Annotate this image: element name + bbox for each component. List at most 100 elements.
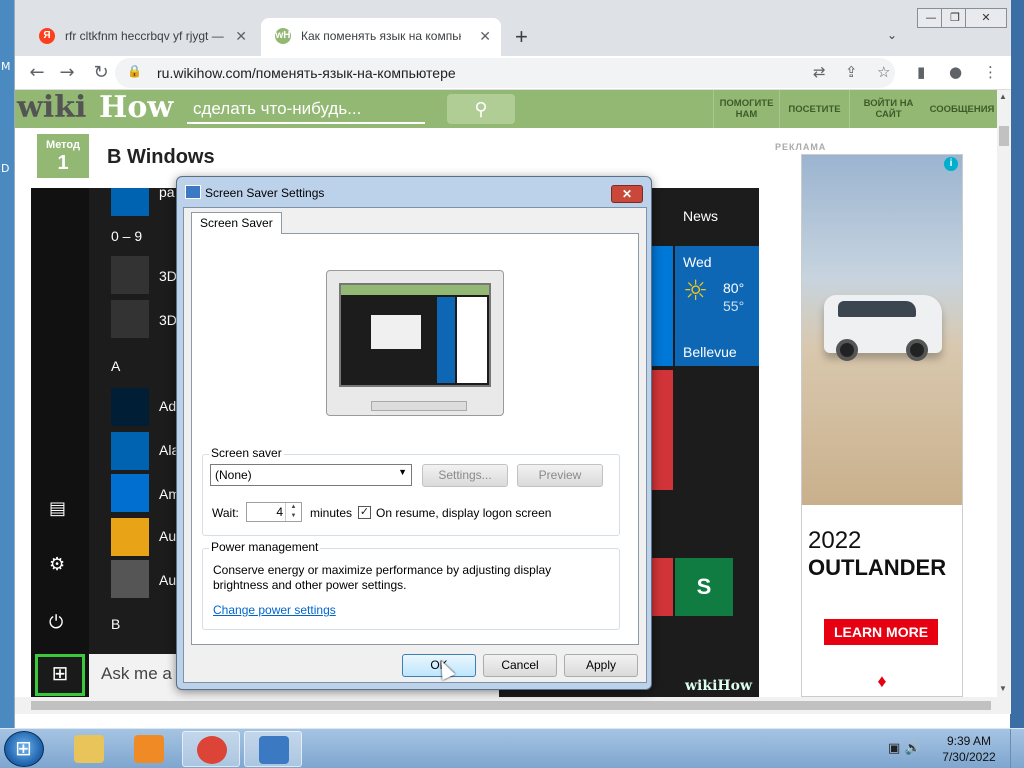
scroll-down-icon[interactable]: ▼ [999, 684, 1007, 693]
tab-close-icon[interactable]: ✕ [479, 18, 491, 54]
monitor-icon [185, 185, 201, 199]
clock-time: 9:39 AM [946, 734, 992, 748]
wait-spinner[interactable]: 4 ▲ ▼ [246, 502, 302, 522]
watermark: wikiHow [685, 678, 753, 694]
new-tab-button[interactable]: + [515, 24, 528, 50]
wheel-icon [836, 339, 858, 361]
tab-yandex[interactable]: Я rfr cltkfnm heccrbqv yf rjygt — Я ✕ [25, 18, 257, 56]
tab-close-icon[interactable]: ✕ [235, 18, 247, 54]
tab-screen-saver[interactable]: Screen Saver [191, 212, 282, 234]
resume-checkbox[interactable]: ✓ [358, 506, 371, 519]
screen-saver-icon [259, 736, 289, 764]
close-button[interactable]: ✕ [965, 8, 1007, 28]
nav-messages[interactable]: СООБЩЕНИЯ [927, 90, 997, 128]
ad-info-icon[interactable]: i [944, 157, 958, 171]
search-input[interactable]: сделать что-нибудь... [187, 96, 425, 124]
screen-saver-dialog: Screen Saver Settings ✕ Screen Saver Scr… [176, 176, 652, 690]
taskbar-media-player[interactable] [120, 731, 178, 767]
lock-icon: 🔒 [127, 64, 142, 78]
clock[interactable]: 9:39 AM 7/30/2022 [934, 733, 1004, 765]
tab-strip: Я rfr cltkfnm heccrbqv yf rjygt — Я ✕ wH… [15, 0, 1011, 56]
group-title: Screen saver [209, 446, 284, 460]
cancel-button[interactable]: Cancel [483, 654, 557, 677]
media-player-icon [134, 735, 164, 763]
dialog-close-button[interactable]: ✕ [611, 185, 643, 203]
tab-title: Как поменять язык на компьют [301, 29, 461, 43]
power-description: Conserve energy or maximize performance … [213, 563, 552, 592]
taskbar-explorer[interactable] [60, 731, 118, 767]
preview-tile [437, 297, 455, 383]
taskbar-chrome[interactable] [182, 731, 240, 767]
translate-icon[interactable]: ⇄ [813, 63, 826, 81]
nav-visit[interactable]: ПОСЕТИТЕ [779, 90, 849, 128]
list-header: 0 – 9 [111, 228, 143, 244]
method-number: 1 [57, 152, 69, 174]
advertisement[interactable]: i 2022 OUTLANDER LEARN MORE ♦ [801, 154, 963, 697]
change-power-link[interactable]: Change power settings [213, 603, 336, 617]
method-label: Метод [46, 139, 80, 151]
app-tile [111, 188, 149, 216]
side-panel-icon[interactable]: ▮ [917, 63, 925, 81]
scroll-thumb[interactable] [31, 701, 991, 710]
wikihow-logo[interactable]: wiki [17, 90, 86, 125]
show-desktop-button[interactable] [1010, 729, 1024, 768]
settings-gear-icon: ⚙ [49, 554, 66, 575]
scroll-up-icon[interactable]: ▲ [999, 92, 1007, 101]
tile-strip [651, 370, 673, 490]
profile-icon[interactable]: ● [949, 63, 962, 81]
screensaver-select[interactable]: (None) ▼ [210, 464, 412, 486]
menu-icon[interactable]: ⋮ [983, 63, 998, 81]
tray-icons[interactable]: ▣ 🔊 [888, 741, 921, 756]
desktop-label: M [1, 60, 11, 73]
horizontal-scrollbar[interactable] [15, 697, 1011, 714]
spinner-arrows-icon[interactable]: ▲ ▼ [285, 503, 301, 521]
apply-button[interactable]: Apply [564, 654, 638, 677]
start-button[interactable] [4, 731, 44, 767]
app-tile [111, 256, 149, 294]
wikihow-logo-how[interactable]: How [99, 90, 173, 125]
share-icon[interactable]: ⇪ [845, 63, 858, 81]
app-label: Ad [159, 398, 177, 414]
yandex-icon: Я [39, 28, 55, 44]
tab-search-icon[interactable]: ⌄ [887, 28, 897, 42]
forward-icon[interactable]: → [55, 61, 79, 85]
preview-button[interactable]: Preview [517, 464, 603, 487]
app-tile [111, 474, 149, 512]
brand-logo-icon: ♦ [877, 671, 887, 691]
preview-ad [457, 297, 487, 383]
weather-city: Bellevue [683, 344, 737, 360]
weather-low: 55° [723, 298, 745, 314]
wait-value: 4 [276, 505, 283, 519]
clock-date: 7/30/2022 [942, 750, 996, 764]
reload-icon[interactable]: ↻ [89, 61, 113, 85]
dialog-title: Screen Saver Settings [205, 186, 325, 200]
vertical-scrollbar[interactable]: ▲ ▼ [997, 90, 1011, 697]
address-bar[interactable]: 🔒 ru.wikihow.com/поменять-язык-на-компью… [115, 58, 895, 88]
learn-more-button[interactable]: LEARN MORE [824, 619, 938, 645]
chevron-down-icon: ▼ [398, 467, 407, 477]
nav-login[interactable]: ВОЙТИ НА САЙТ [849, 90, 927, 128]
app-tile [111, 518, 149, 556]
power-icon: ⏻ [49, 612, 64, 633]
taskbar-screen-saver[interactable] [244, 731, 302, 767]
network-icon[interactable]: ▣ [888, 741, 900, 756]
bookmark-star-icon[interactable]: ☆ [877, 63, 890, 81]
tab-wikihow[interactable]: wH Как поменять язык на компьют ✕ [261, 18, 501, 56]
news-tile: News [683, 208, 719, 224]
weather-tile: Wed ☼ 80° 55° Bellevue [675, 246, 759, 366]
tile-strip [651, 558, 673, 616]
sun-icon: ☼ [683, 274, 709, 307]
wikihow-icon: wH [275, 28, 291, 44]
tab-title: rfr cltkfnm heccrbqv yf rjygt — Я [65, 29, 225, 43]
monitor-stand [371, 401, 467, 411]
ad-year: 2022 [808, 527, 862, 554]
settings-button[interactable]: Settings... [422, 464, 508, 487]
group-title: Power management [209, 540, 321, 554]
scroll-thumb[interactable] [999, 126, 1009, 146]
volume-icon[interactable]: 🔊 [904, 741, 920, 756]
tab-panel: Screen saver (None) ▼ Settings... Previe… [191, 233, 639, 645]
back-icon[interactable]: ← [25, 61, 49, 85]
nav-help[interactable]: ПОМОГИТЕ НАМ [713, 90, 779, 128]
search-button[interactable]: ⚲ [447, 94, 515, 124]
app-tile [111, 560, 149, 598]
